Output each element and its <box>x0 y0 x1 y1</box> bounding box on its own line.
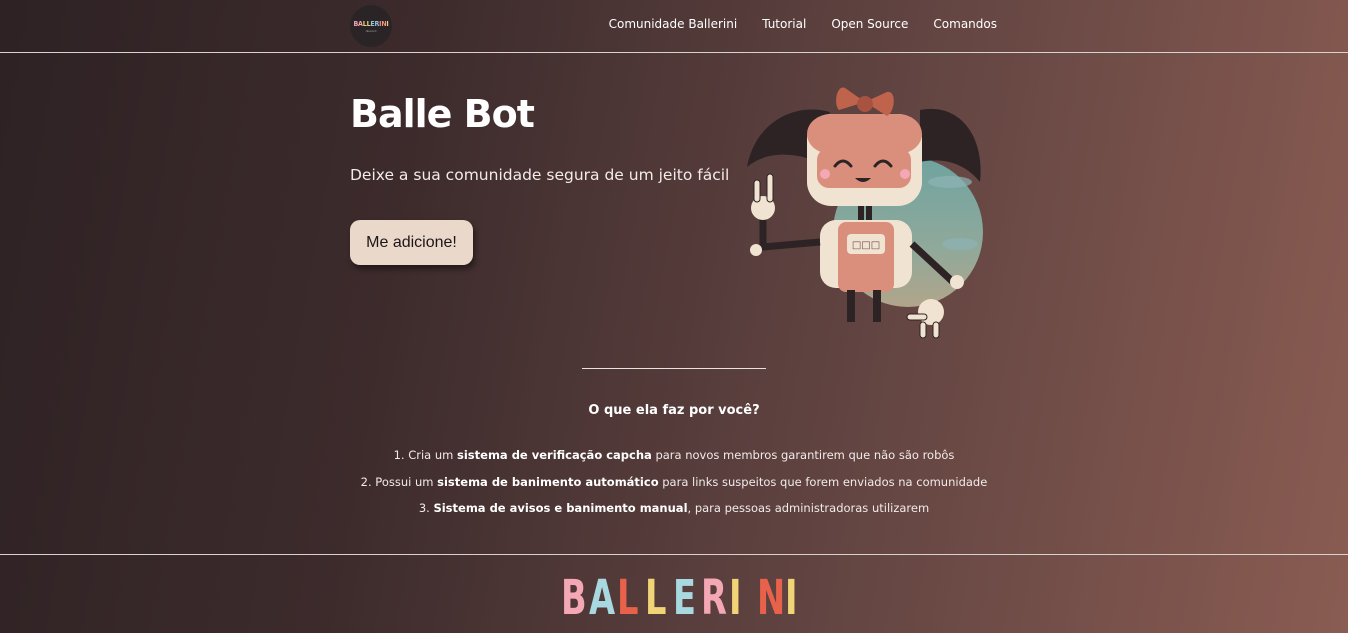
feature-item: 2. Possui um sistema de banimento automá… <box>0 475 1348 502</box>
footer-logo-letter-3: L <box>645 570 668 626</box>
logo-caption: discord <box>365 28 377 33</box>
footer-logo-letter-1: A <box>589 570 616 626</box>
feature-highlight: sistema de verificação capcha <box>457 448 652 462</box>
footer: BALLERINI <box>0 554 1348 633</box>
nav-link-comandos[interactable]: Comandos <box>933 17 997 31</box>
robot-screen-text: □□□ <box>852 240 880 251</box>
hero-title: Balle Bot <box>350 92 535 136</box>
nav-link-open-source[interactable]: Open Source <box>831 17 908 31</box>
feature-suffix: , para pessoas administradoras utilizare… <box>687 501 930 515</box>
logo-word: BALLERINI <box>353 20 388 28</box>
hero-subtitle: Deixe a sua comunidade segura de um jeit… <box>350 166 730 184</box>
footer-logo-letter-7: N <box>757 570 786 626</box>
feature-prefix: 3. <box>418 501 434 515</box>
feature-prefix: 1. Cria um <box>393 448 458 462</box>
features-title: O que ela faz por você? <box>588 403 760 418</box>
add-bot-button[interactable]: Me adicione! <box>350 220 473 265</box>
robot-face-screen <box>817 148 911 188</box>
feature-highlight: Sistema de avisos e banimento manual <box>433 501 688 515</box>
section-divider <box>582 368 766 369</box>
footer-logo-letter-4: E <box>673 570 697 626</box>
feature-suffix: para novos membros garantirem que não sã… <box>651 448 955 462</box>
footer-logo-letter-5: R <box>701 570 728 626</box>
feature-suffix: para links suspeitos que forem enviados … <box>658 474 988 489</box>
feature-item: 3. Sistema de avisos e banimento manual,… <box>0 501 1348 528</box>
feature-highlight: sistema de banimento automático <box>437 474 659 489</box>
footer-logo-letter-6: I <box>729 570 743 626</box>
nav-link-comunidade[interactable]: Comunidade Ballerini <box>609 17 738 31</box>
robot-illustration: □□□ <box>747 87 983 339</box>
footer-ballerini-logo[interactable]: BALLERINI <box>561 573 813 623</box>
logo-letter-8: I <box>386 19 389 28</box>
navbar: BALLERINI discord Comunidade Ballerini T… <box>0 0 1348 53</box>
nav-link-tutorial[interactable]: Tutorial <box>762 17 806 31</box>
nav-links: Comunidade Ballerini Tutorial Open Sourc… <box>609 17 997 31</box>
footer-logo-letter-8: I <box>785 570 799 626</box>
footer-logo-letter-0: B <box>561 570 588 626</box>
feature-prefix: 2. Possui um <box>360 474 438 489</box>
footer-logo-letter-2: L <box>617 570 640 626</box>
ballerini-logo[interactable]: BALLERINI discord <box>350 5 392 47</box>
features-list: 1. Cria um sistema de verificação capcha… <box>0 448 1348 528</box>
feature-item: 1. Cria um sistema de verificação capcha… <box>0 448 1348 475</box>
